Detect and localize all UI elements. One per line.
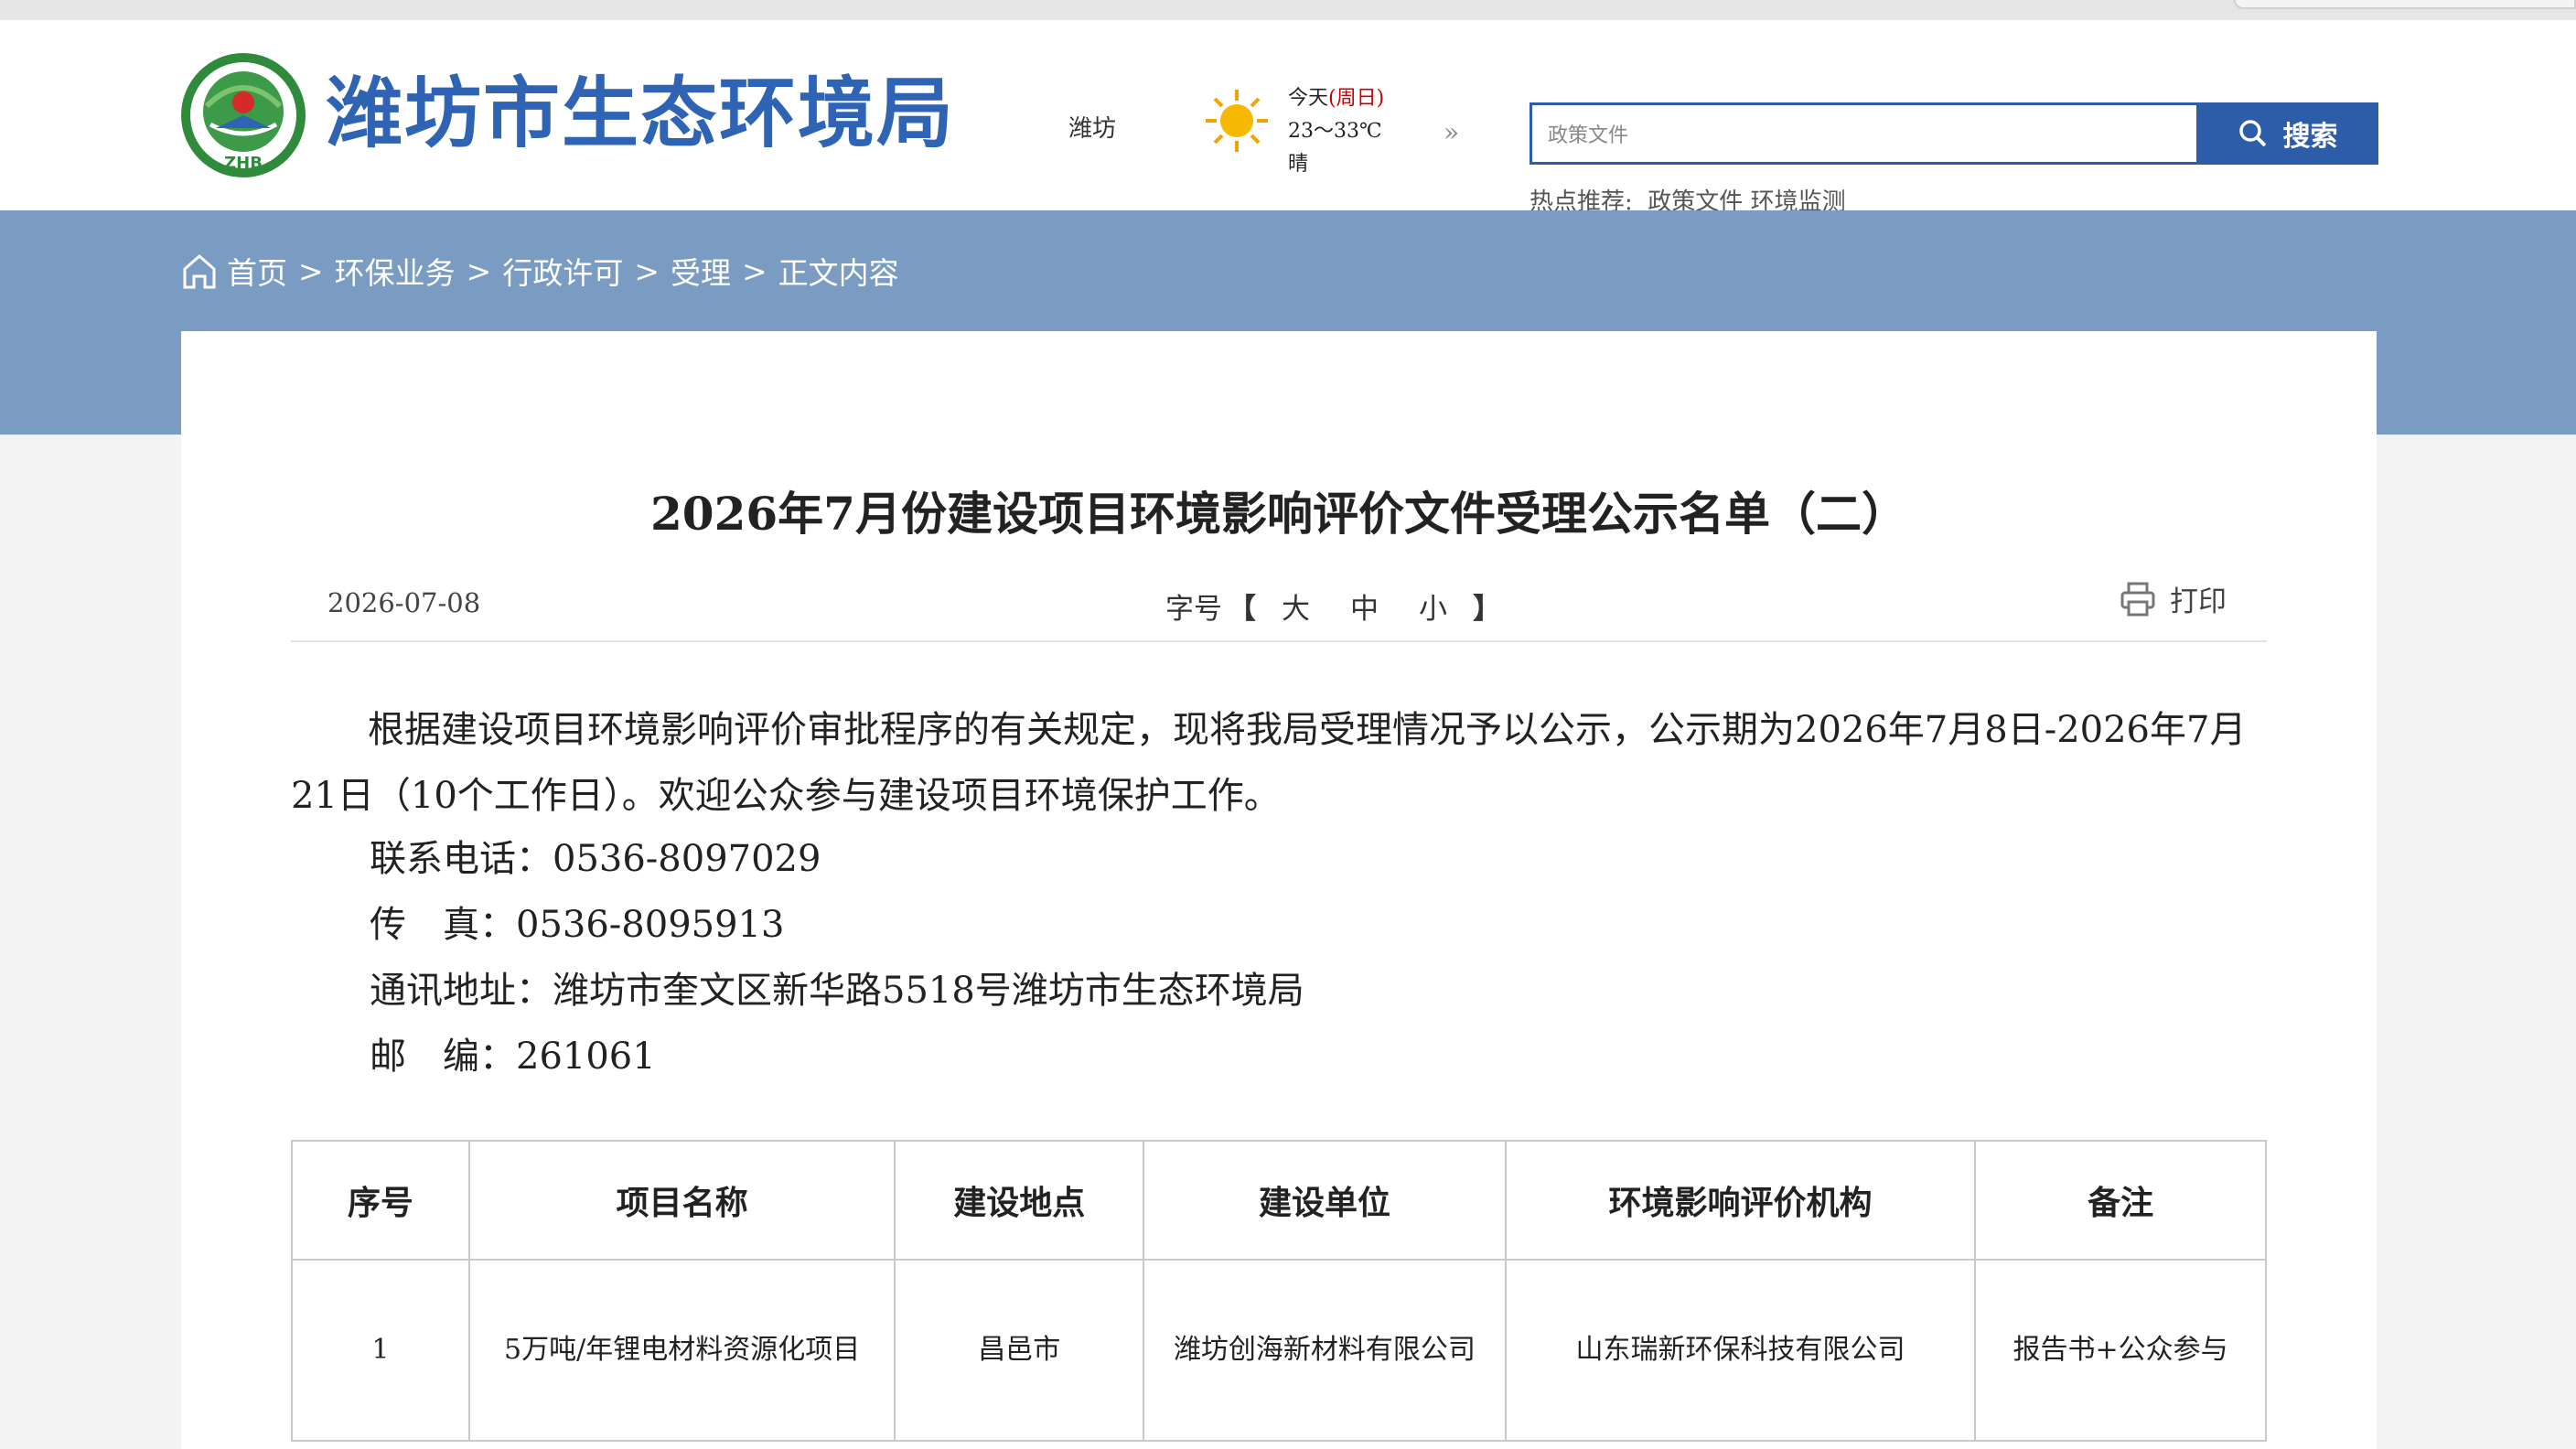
weather-weekday: 周日 bbox=[1336, 87, 1377, 110]
search-icon bbox=[2238, 120, 2266, 147]
sun-icon bbox=[1206, 90, 1268, 152]
contact-postcode: 邮 编：261061 bbox=[370, 1036, 656, 1078]
contact-fax: 传 真：0536-8095913 bbox=[370, 904, 785, 946]
table-header-row: 序号 项目名称 建设地点 建设单位 环境影响评价机构 备注 bbox=[291, 1140, 2267, 1261]
weather-condition: 晴 bbox=[1288, 153, 1309, 176]
breadcrumb-home[interactable]: 首页 bbox=[227, 249, 287, 293]
browser-top-strip bbox=[0, 0, 2576, 20]
table-cell: 5万吨/年锂电材料资源化项目 bbox=[467, 1259, 896, 1442]
table-header: 备注 bbox=[1974, 1140, 2267, 1261]
table-cell: 潍坊创海新材料有限公司 bbox=[1143, 1259, 1507, 1442]
table-cell: 1 bbox=[291, 1259, 470, 1442]
breadcrumb: 首页 > 环保业务 > 行政许可 > 受理 > 正文内容 bbox=[179, 249, 899, 293]
article-title: 2026年7月份建设项目环境影响评价文件受理公示名单（二） bbox=[650, 487, 1907, 541]
site-title[interactable]: 潍坊市生态环境局 bbox=[326, 75, 955, 152]
search-button[interactable]: 搜索 bbox=[2196, 102, 2378, 165]
article-card: 2026年7月份建设项目环境影响评价文件受理公示名单（二） 2026-07-08… bbox=[181, 331, 2377, 1449]
weather-info: 今天(周日) 23～33℃ 晴 bbox=[1288, 82, 1384, 181]
search-button-label: 搜索 bbox=[2282, 121, 2338, 153]
weather-day: 今天 bbox=[1288, 87, 1329, 110]
site-logo[interactable]: ZHB bbox=[179, 51, 307, 179]
table-header: 建设单位 bbox=[1143, 1140, 1507, 1261]
divider bbox=[291, 640, 2267, 642]
table-header: 序号 bbox=[291, 1140, 470, 1261]
browser-tab-edge bbox=[2234, 0, 2576, 9]
table-header: 环境影响评价机构 bbox=[1504, 1140, 1977, 1261]
weather-temp: 23～33℃ bbox=[1288, 120, 1382, 143]
table-header: 建设地点 bbox=[894, 1140, 1145, 1261]
breadcrumb-item[interactable]: 受理 bbox=[671, 249, 731, 293]
contact-address: 通讯地址：潍坊市奎文区新华路5518号潍坊市生态环境局 bbox=[370, 970, 1304, 1012]
search-input[interactable] bbox=[1546, 115, 2190, 156]
contact-phone: 联系电话：0536-8097029 bbox=[370, 838, 821, 880]
table-header: 项目名称 bbox=[467, 1140, 896, 1261]
article-intro: 根据建设项目环境影响评价审批程序的有关规定，现将我局受理情况予以公示，公示期为2… bbox=[291, 709, 2247, 817]
table-row: 1 5万吨/年锂电材料资源化项目 昌邑市 潍坊创海新材料有限公司 山东瑞新环保科… bbox=[291, 1259, 2267, 1442]
print-label: 打印 bbox=[2170, 585, 2227, 618]
font-size-large[interactable]: 大 bbox=[1282, 593, 1310, 626]
table-cell: 山东瑞新环保科技有限公司 bbox=[1504, 1259, 1977, 1442]
table-cell: 昌邑市 bbox=[894, 1259, 1145, 1442]
table-cell: 报告书+公众参与 bbox=[1974, 1259, 2267, 1442]
home-icon bbox=[183, 254, 216, 289]
print-button[interactable]: 打印 bbox=[2119, 578, 2227, 619]
article-date: 2026-07-08 bbox=[327, 587, 481, 618]
breadcrumb-item[interactable]: 环保业务 bbox=[335, 249, 456, 293]
project-table: 序号 项目名称 建设地点 建设单位 环境影响评价机构 备注 1 5万吨/年锂电材… bbox=[291, 1140, 2267, 1442]
font-size-label: 字号 bbox=[1165, 593, 1222, 626]
weather-city: 潍坊 bbox=[1068, 115, 1117, 143]
double-chevron-right-icon[interactable]: » bbox=[1444, 117, 1459, 147]
site-header: ZHB 潍坊市生态环境局 潍坊 今天(周日) 23～33℃ 晴 » 搜索 热点推… bbox=[0, 20, 2576, 216]
breadcrumb-current: 正文内容 bbox=[778, 255, 899, 291]
svg-text:ZHB: ZHB bbox=[224, 154, 263, 173]
font-size-medium[interactable]: 中 bbox=[1350, 593, 1379, 626]
printer-icon bbox=[2120, 582, 2155, 616]
font-size-small[interactable]: 小 bbox=[1419, 593, 1447, 626]
breadcrumb-item[interactable]: 行政许可 bbox=[502, 249, 623, 293]
font-size-selector: 字号【大中小】 bbox=[1165, 593, 1501, 626]
